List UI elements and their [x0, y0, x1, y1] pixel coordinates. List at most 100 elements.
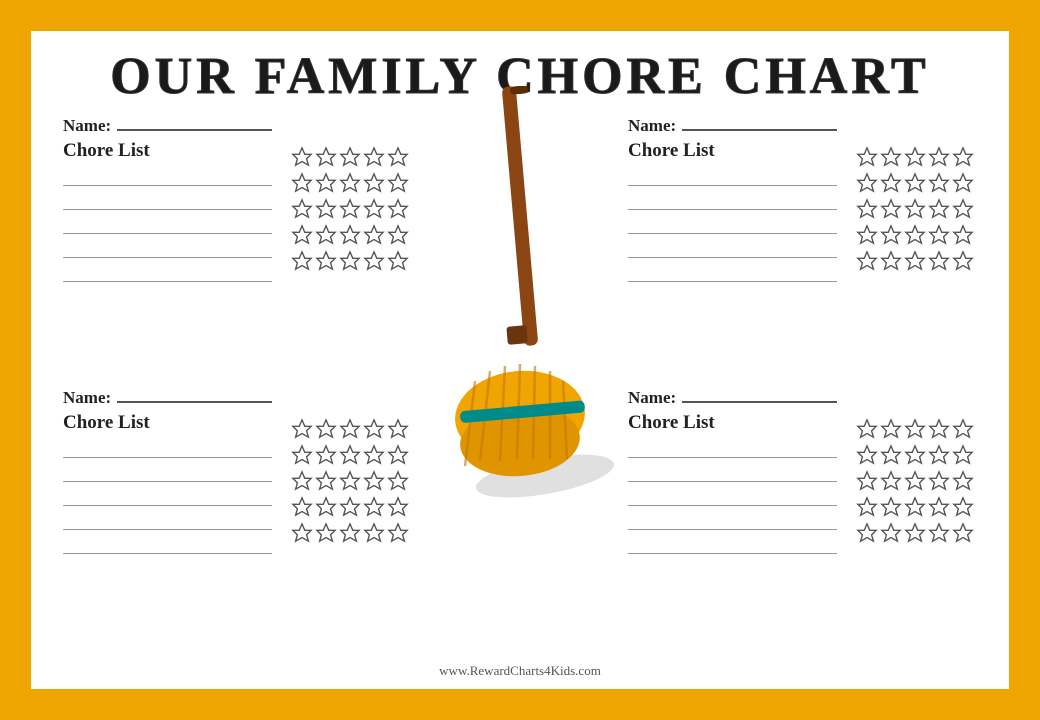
star-icon — [315, 522, 337, 544]
star-icon — [387, 198, 409, 220]
star-icon — [856, 224, 878, 246]
star-icon — [952, 146, 974, 168]
chore-line — [628, 216, 837, 234]
star-icon — [856, 496, 878, 518]
stars-row — [856, 172, 974, 194]
name-row-bottom-left: Name: — [63, 388, 272, 408]
name-label-top-right: Name: — [628, 116, 676, 136]
star-icon — [904, 444, 926, 466]
star-icon — [952, 522, 974, 544]
star-icon — [387, 444, 409, 466]
stars-row — [291, 418, 409, 440]
star-icon — [339, 470, 361, 492]
name-line-top-right — [682, 129, 837, 131]
star-icon — [291, 198, 313, 220]
star-icon — [363, 224, 385, 246]
star-icon — [952, 496, 974, 518]
star-icon — [952, 470, 974, 492]
star-icon — [339, 250, 361, 272]
star-icon — [952, 172, 974, 194]
star-icon — [387, 418, 409, 440]
star-icon — [952, 224, 974, 246]
chore-lines-bottom-right — [628, 440, 837, 660]
star-icon — [856, 198, 878, 220]
chore-line — [628, 264, 837, 282]
star-icon — [880, 146, 902, 168]
star-icon — [315, 444, 337, 466]
star-icon — [880, 496, 902, 518]
chore-line — [628, 240, 837, 258]
chore-list-label-top-left: Chore List — [63, 140, 272, 162]
star-icon — [315, 470, 337, 492]
star-icon — [928, 444, 950, 466]
star-icon — [928, 146, 950, 168]
star-icon — [928, 250, 950, 272]
name-label-top-left: Name: — [63, 116, 111, 136]
star-icon — [880, 418, 902, 440]
stars-row — [856, 146, 974, 168]
star-icon — [315, 418, 337, 440]
star-icon — [363, 522, 385, 544]
star-icon — [904, 496, 926, 518]
stars-bottom-right — [845, 388, 985, 660]
star-icon — [315, 146, 337, 168]
star-icon — [952, 250, 974, 272]
chore-line — [628, 464, 837, 482]
star-icon — [928, 470, 950, 492]
outer-border: OUR FAMILY CHORE CHART Name: Chore List — [20, 20, 1020, 700]
star-icon — [904, 250, 926, 272]
chore-line — [63, 440, 272, 458]
star-icon — [291, 496, 313, 518]
star-icon — [339, 444, 361, 466]
name-row-bottom-right: Name: — [628, 388, 837, 408]
bottom-right-quadrant: Name: Chore List — [620, 388, 845, 660]
stars-row — [291, 198, 409, 220]
chore-line — [63, 216, 272, 234]
star-icon — [363, 198, 385, 220]
star-icon — [291, 418, 313, 440]
star-icon — [904, 470, 926, 492]
stars-row — [291, 250, 409, 272]
star-icon — [880, 470, 902, 492]
stars-top-left — [280, 116, 420, 388]
star-icon — [363, 470, 385, 492]
star-icon — [315, 172, 337, 194]
name-line-top-left — [117, 129, 272, 131]
star-icon — [339, 224, 361, 246]
name-line-bottom-right — [682, 401, 837, 403]
star-icon — [363, 146, 385, 168]
stars-row — [856, 470, 974, 492]
website-footer: www.RewardCharts4Kids.com — [55, 663, 985, 679]
star-icon — [291, 250, 313, 272]
stars-row — [856, 224, 974, 246]
inner-card: OUR FAMILY CHORE CHART Name: Chore List — [28, 28, 1012, 692]
name-row-top-left: Name: — [63, 116, 272, 136]
star-icon — [904, 522, 926, 544]
star-icon — [291, 444, 313, 466]
chore-line — [628, 488, 837, 506]
star-icon — [880, 172, 902, 194]
star-icon — [363, 444, 385, 466]
star-icon — [387, 522, 409, 544]
star-icon — [904, 418, 926, 440]
star-icon — [880, 522, 902, 544]
stars-row — [856, 418, 974, 440]
star-icon — [291, 224, 313, 246]
stars-row — [856, 444, 974, 466]
star-icon — [339, 418, 361, 440]
chore-list-label-bottom-right: Chore List — [628, 412, 837, 434]
star-icon — [880, 444, 902, 466]
star-icon — [291, 522, 313, 544]
star-icon — [315, 496, 337, 518]
stars-row — [856, 496, 974, 518]
star-icon — [856, 470, 878, 492]
stars-row — [291, 146, 409, 168]
star-icon — [856, 146, 878, 168]
star-icon — [387, 224, 409, 246]
star-icon — [952, 444, 974, 466]
star-icon — [363, 496, 385, 518]
star-icon — [339, 146, 361, 168]
star-icon — [880, 224, 902, 246]
name-line-bottom-left — [117, 401, 272, 403]
star-icon — [339, 172, 361, 194]
